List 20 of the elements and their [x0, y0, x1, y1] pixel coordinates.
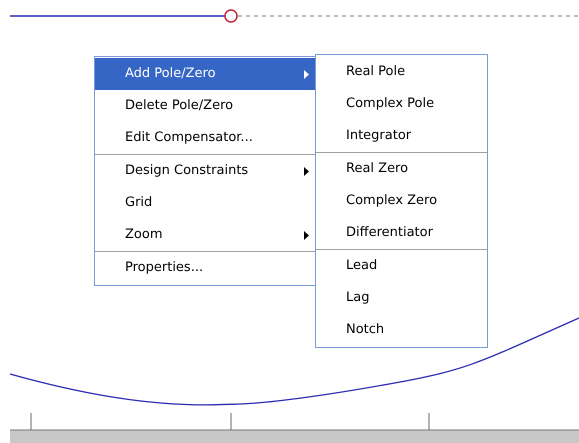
- menu-item[interactable]: Lag: [316, 282, 487, 314]
- menu-item[interactable]: Lead: [316, 250, 487, 282]
- menu-item[interactable]: Real Zero: [316, 153, 487, 185]
- menu-item[interactable]: Zoom: [95, 219, 315, 251]
- menu-item[interactable]: Edit Compensator...: [95, 122, 315, 154]
- submenu-arrow-icon: [304, 70, 309, 78]
- menu-item[interactable]: Real Pole: [316, 56, 487, 88]
- menu-item[interactable]: Add Pole/Zero: [95, 58, 315, 90]
- menu-item[interactable]: Integrator: [316, 120, 487, 152]
- zero-marker-icon: [224, 9, 238, 23]
- menu-item[interactable]: Properties...: [95, 252, 315, 284]
- submenu-arrow-icon: [304, 166, 309, 176]
- submenu-arrow-icon: [304, 230, 309, 240]
- menu-item[interactable]: Complex Pole: [316, 88, 487, 120]
- menu-item[interactable]: Delete Pole/Zero: [95, 90, 315, 122]
- menu-item[interactable]: Differentiator: [316, 217, 487, 249]
- menu-item[interactable]: Complex Zero: [316, 185, 487, 217]
- menu-item[interactable]: Notch: [316, 314, 487, 346]
- menu-item[interactable]: Design Constraints: [95, 155, 315, 187]
- menu-item[interactable]: Grid: [95, 187, 315, 219]
